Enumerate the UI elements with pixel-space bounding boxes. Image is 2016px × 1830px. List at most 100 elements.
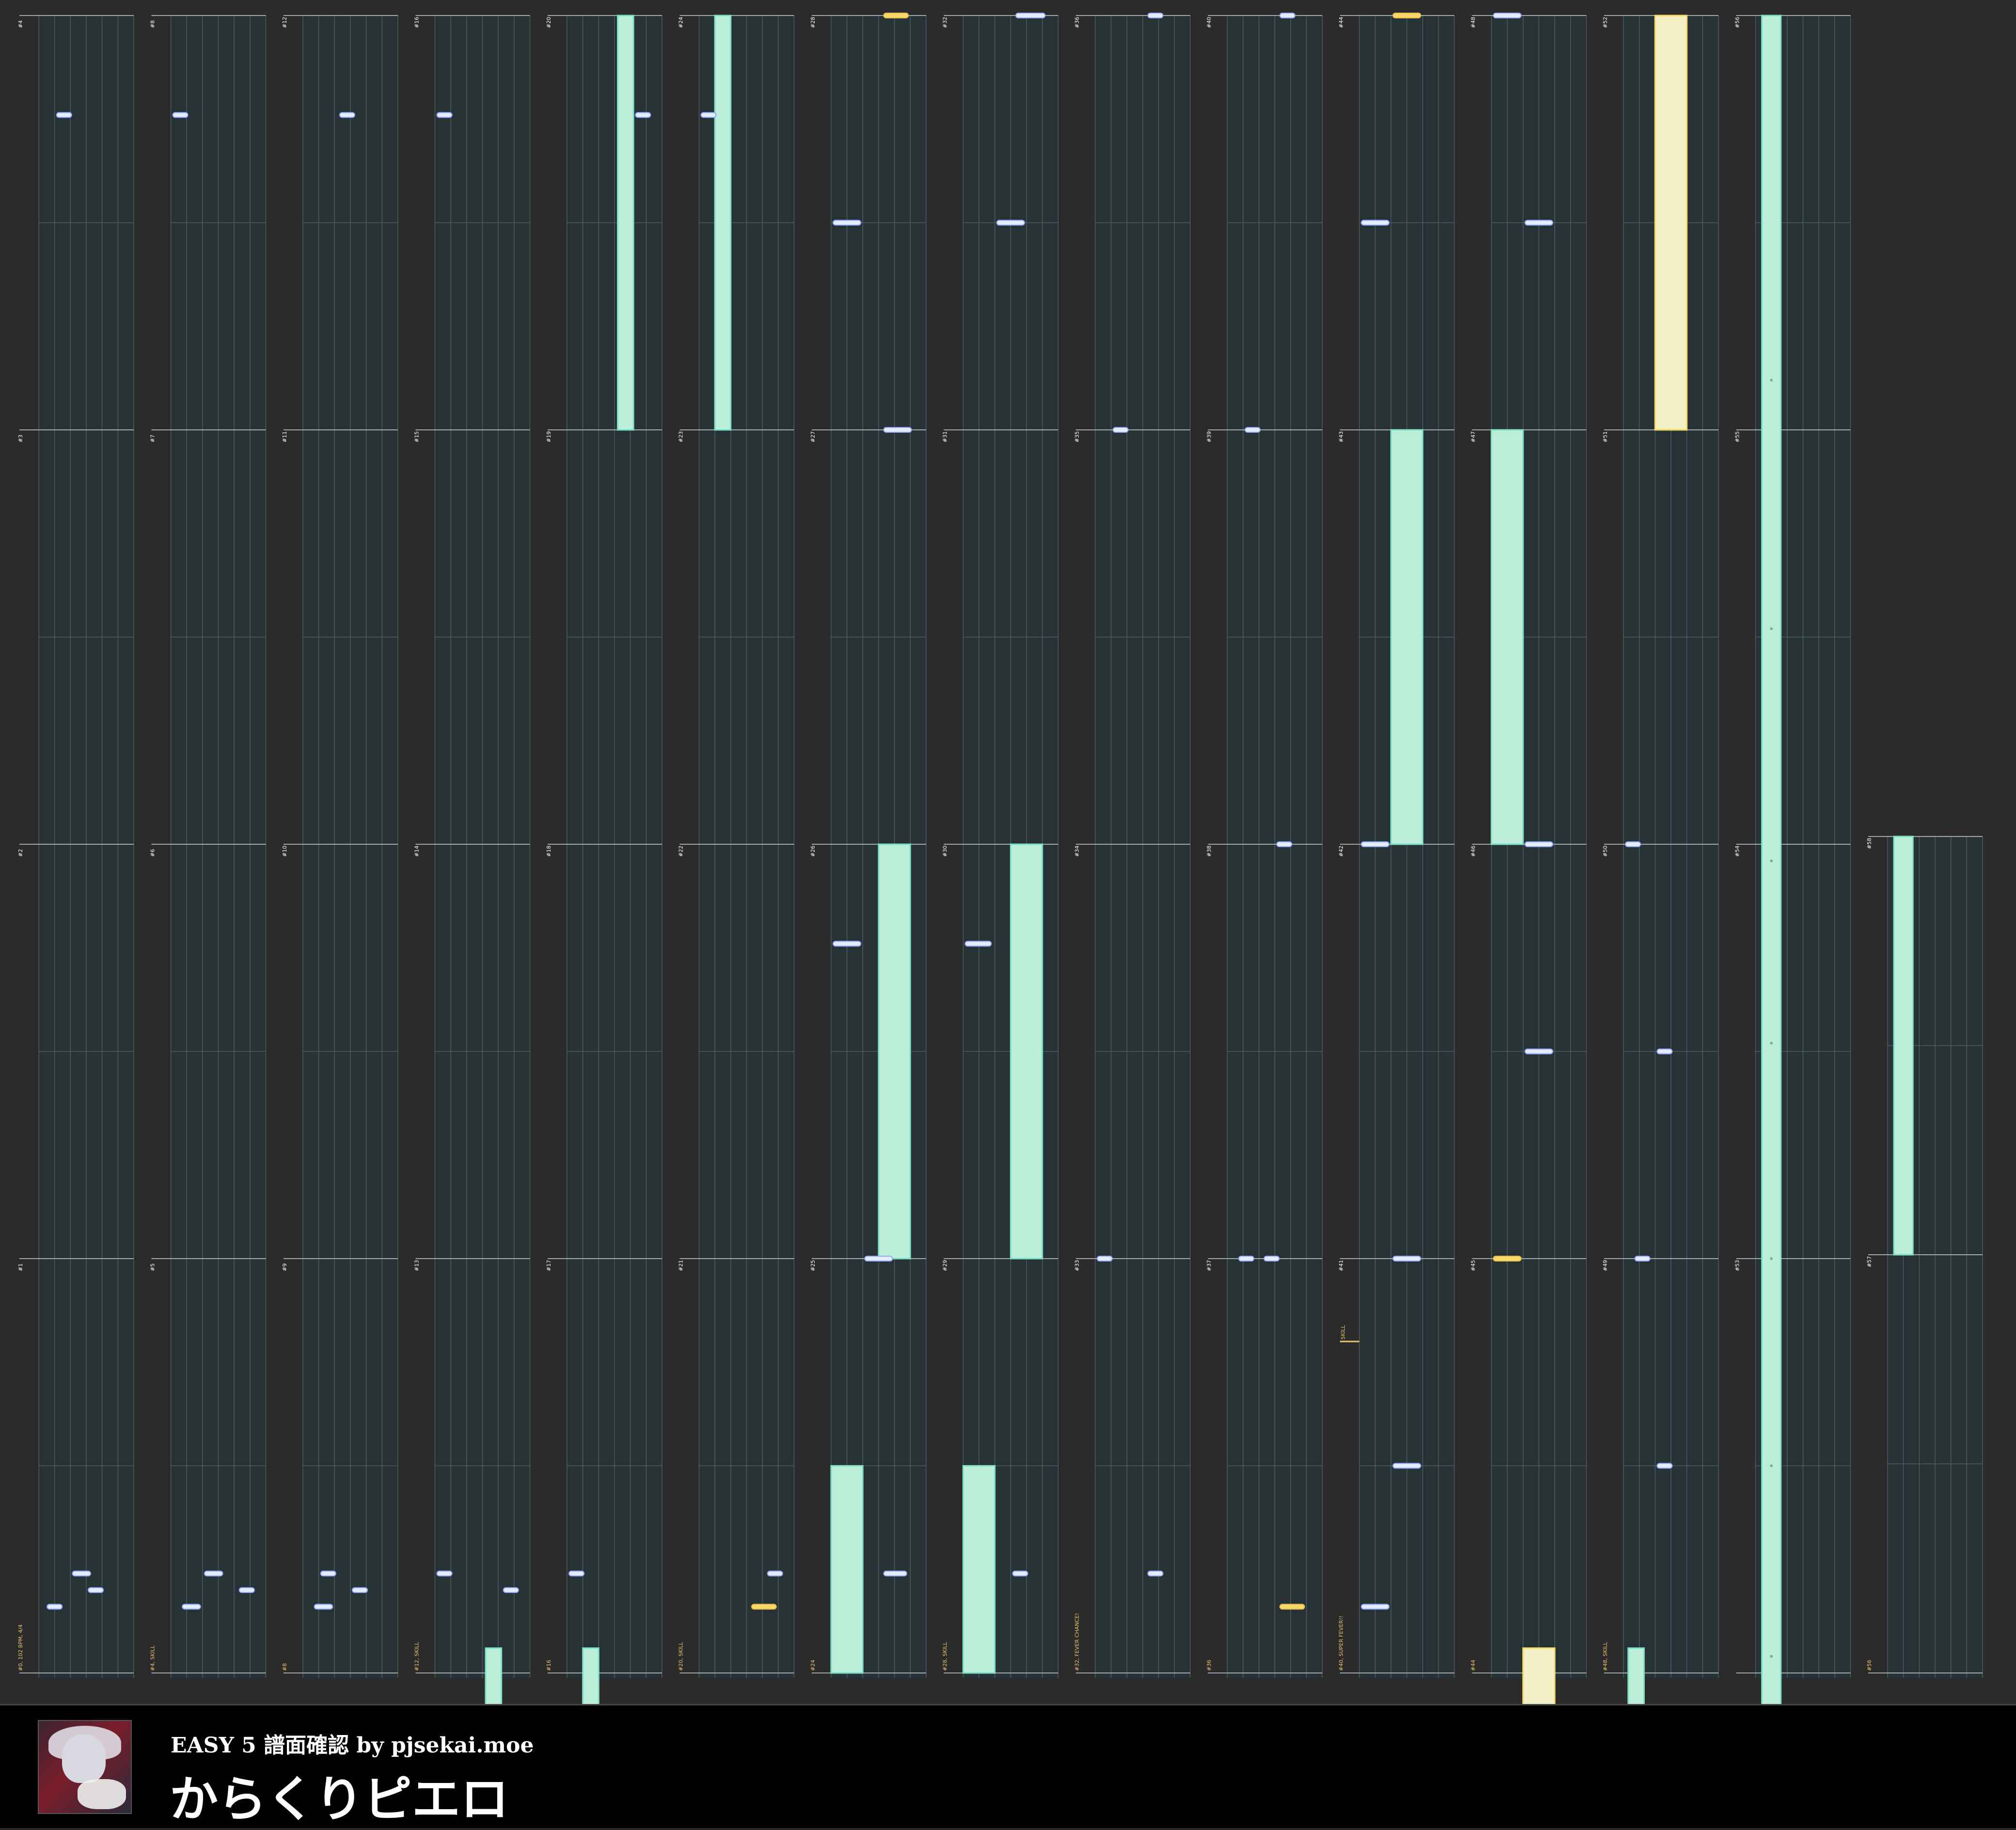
tap-note: [1012, 1570, 1028, 1577]
measure-label: #39: [1206, 431, 1213, 442]
bottom-event-label: #16: [546, 1660, 552, 1671]
measure-label: #45: [1470, 1260, 1477, 1271]
slide-note: [1390, 429, 1424, 845]
jacket-face-shape: [62, 1735, 106, 1783]
bottom-event-label: #8: [282, 1663, 288, 1671]
measure-label: #13: [414, 1260, 420, 1271]
measure-label: #24: [678, 17, 684, 28]
measure-label: #2: [17, 849, 24, 857]
slide-tick-dot: [1770, 859, 1773, 863]
slide-note: [1010, 843, 1043, 1260]
tap-note: [1015, 13, 1046, 18]
measure-label: #36: [1074, 17, 1080, 28]
jacket-logo-shape: [78, 1779, 126, 1809]
slide-note: [1627, 1647, 1645, 1704]
critical-note: [883, 13, 909, 18]
tap-note: [833, 220, 862, 226]
tap-note: [700, 112, 717, 118]
tap-note: [1656, 1048, 1673, 1055]
bottom-event-label: #24: [810, 1660, 816, 1671]
bottom-event-label: #12, SKILL: [414, 1641, 420, 1671]
measure-label: #20: [546, 17, 552, 28]
critical-note: [1493, 1256, 1522, 1262]
tap-note: [1634, 1256, 1651, 1262]
tap-note: [833, 941, 862, 947]
tap-note: [72, 1570, 92, 1577]
measure-label: #32: [942, 17, 948, 28]
measure-label: #21: [678, 1260, 684, 1271]
measure-label: #30: [942, 846, 948, 857]
slide-note: [582, 1647, 599, 1704]
tap-note: [1625, 841, 1641, 847]
tap-note: [320, 1570, 336, 1577]
tap-note: [964, 941, 992, 947]
tap-note: [1097, 1256, 1113, 1262]
bottom-event-label: #40, SUPER FEVER!!: [1338, 1616, 1344, 1671]
tap-note: [238, 1587, 255, 1593]
measure-label: #57: [1866, 1256, 1873, 1267]
tap-note: [1493, 13, 1522, 18]
measure-label: #4: [17, 20, 24, 28]
tap-note: [436, 1570, 453, 1577]
measure-label: #17: [546, 1260, 552, 1271]
tap-note: [996, 220, 1025, 226]
measure-label: #33: [1074, 1260, 1080, 1271]
tap-note: [88, 1587, 104, 1593]
difficulty-subtitle: EASY 5 譜面確認 by pjsekai.moe: [171, 1733, 534, 1758]
slide-note: [617, 15, 634, 431]
tap-note: [503, 1587, 519, 1593]
measure-label: #9: [282, 1263, 288, 1271]
measure-label: #16: [414, 17, 420, 28]
measure-label: #47: [1470, 431, 1477, 442]
measure-label: #3: [17, 435, 24, 442]
measure-label: #29: [942, 1260, 948, 1271]
slide-note: [878, 843, 911, 1260]
bottom-event-label: #32, FEVER CHANCE!: [1074, 1613, 1080, 1671]
measure-label: #37: [1206, 1260, 1213, 1271]
measure-label: #44: [1338, 17, 1344, 28]
tap-note: [864, 1256, 893, 1262]
slide-note: [830, 1465, 864, 1674]
measure-label: #46: [1470, 846, 1477, 857]
measure-label: #50: [1602, 846, 1608, 857]
slide-note: [714, 15, 732, 431]
measure-label: #52: [1602, 17, 1608, 28]
measure-label: #23: [678, 431, 684, 442]
measure-label: #10: [282, 846, 288, 857]
bottom-event-label: #28, SKILL: [942, 1641, 948, 1671]
skill-marker-label: SKILL: [1340, 1325, 1346, 1340]
critical-note: [1392, 13, 1421, 18]
bottom-event-label: #36: [1206, 1660, 1213, 1671]
critical-slide-note: [1522, 1647, 1556, 1704]
slide-note: [1491, 429, 1524, 845]
bottom-event-label: #44: [1470, 1660, 1477, 1671]
measure-label: #26: [810, 846, 816, 857]
critical-slide-note: [1654, 15, 1688, 431]
tap-note: [1361, 1604, 1390, 1610]
tap-note: [883, 1570, 908, 1577]
slide-tick-dot: [1770, 1257, 1773, 1260]
slide-note: [1893, 836, 1914, 1256]
tap-note: [436, 112, 453, 118]
tap-note: [56, 112, 72, 118]
measure-label: #51: [1602, 431, 1608, 442]
song-jacket-image: [38, 1720, 132, 1814]
tap-note: [1392, 1463, 1421, 1469]
tap-note: [1361, 841, 1390, 847]
measure-label: #41: [1338, 1260, 1344, 1271]
measure-label: #35: [1074, 431, 1080, 442]
tap-note: [1263, 1256, 1280, 1262]
tap-note: [204, 1570, 223, 1577]
measure-label: #58: [1866, 838, 1873, 849]
measure-label: #54: [1734, 846, 1741, 857]
measure-label: #38: [1206, 846, 1213, 857]
measure-label: #25: [810, 1260, 816, 1271]
measure-label: #42: [1338, 846, 1344, 857]
slide-note: [485, 1647, 503, 1704]
measure-label: #6: [150, 849, 156, 857]
measure-label: #48: [1470, 17, 1477, 28]
tap-note: [1279, 13, 1296, 18]
measure-label: #5: [150, 1263, 156, 1271]
measure-label: #40: [1206, 17, 1213, 28]
tap-note: [1524, 1048, 1554, 1055]
